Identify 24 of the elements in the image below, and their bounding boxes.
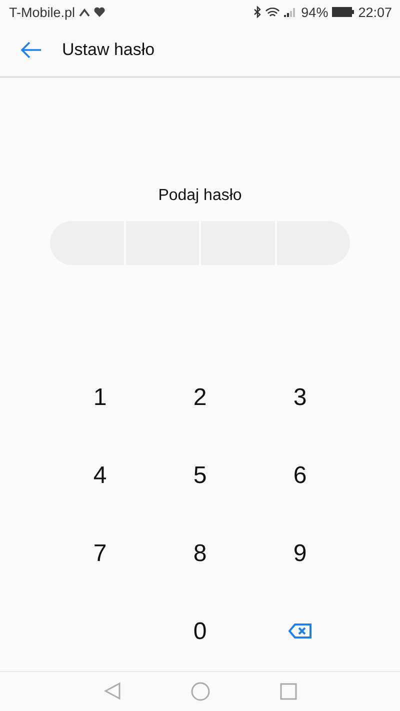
clock: 22:07 (358, 4, 392, 20)
recents-nav-button[interactable] (278, 681, 298, 702)
backspace-icon (288, 622, 312, 639)
digit-key[interactable]: 7 (83, 536, 117, 572)
cell-signal-icon (284, 7, 298, 18)
screen-title: Ustaw hasło (62, 40, 155, 60)
digit-key[interactable]: 8 (183, 536, 217, 572)
digit-key[interactable]: 1 (83, 380, 117, 416)
digit-key[interactable]: 6 (283, 458, 317, 494)
battery-icon (332, 7, 354, 18)
home-nav-button[interactable] (190, 681, 210, 702)
digit-key[interactable]: 9 (283, 536, 317, 572)
bluetooth-icon (254, 6, 262, 18)
wifi-icon (265, 6, 280, 18)
digit-key[interactable]: 0 (183, 614, 217, 650)
digit-key[interactable]: 5 (183, 458, 217, 494)
digit-key[interactable]: 3 (283, 380, 317, 416)
back-nav-button[interactable] (102, 681, 122, 702)
carrier-name: T-Mobile.pl (9, 4, 76, 20)
heart-icon (94, 7, 106, 18)
password-prompt: Podaj hasło (158, 186, 242, 205)
digit-key[interactable]: 4 (83, 458, 117, 494)
battery-percent: 94% (301, 4, 328, 20)
digit-key[interactable]: 2 (183, 380, 217, 416)
